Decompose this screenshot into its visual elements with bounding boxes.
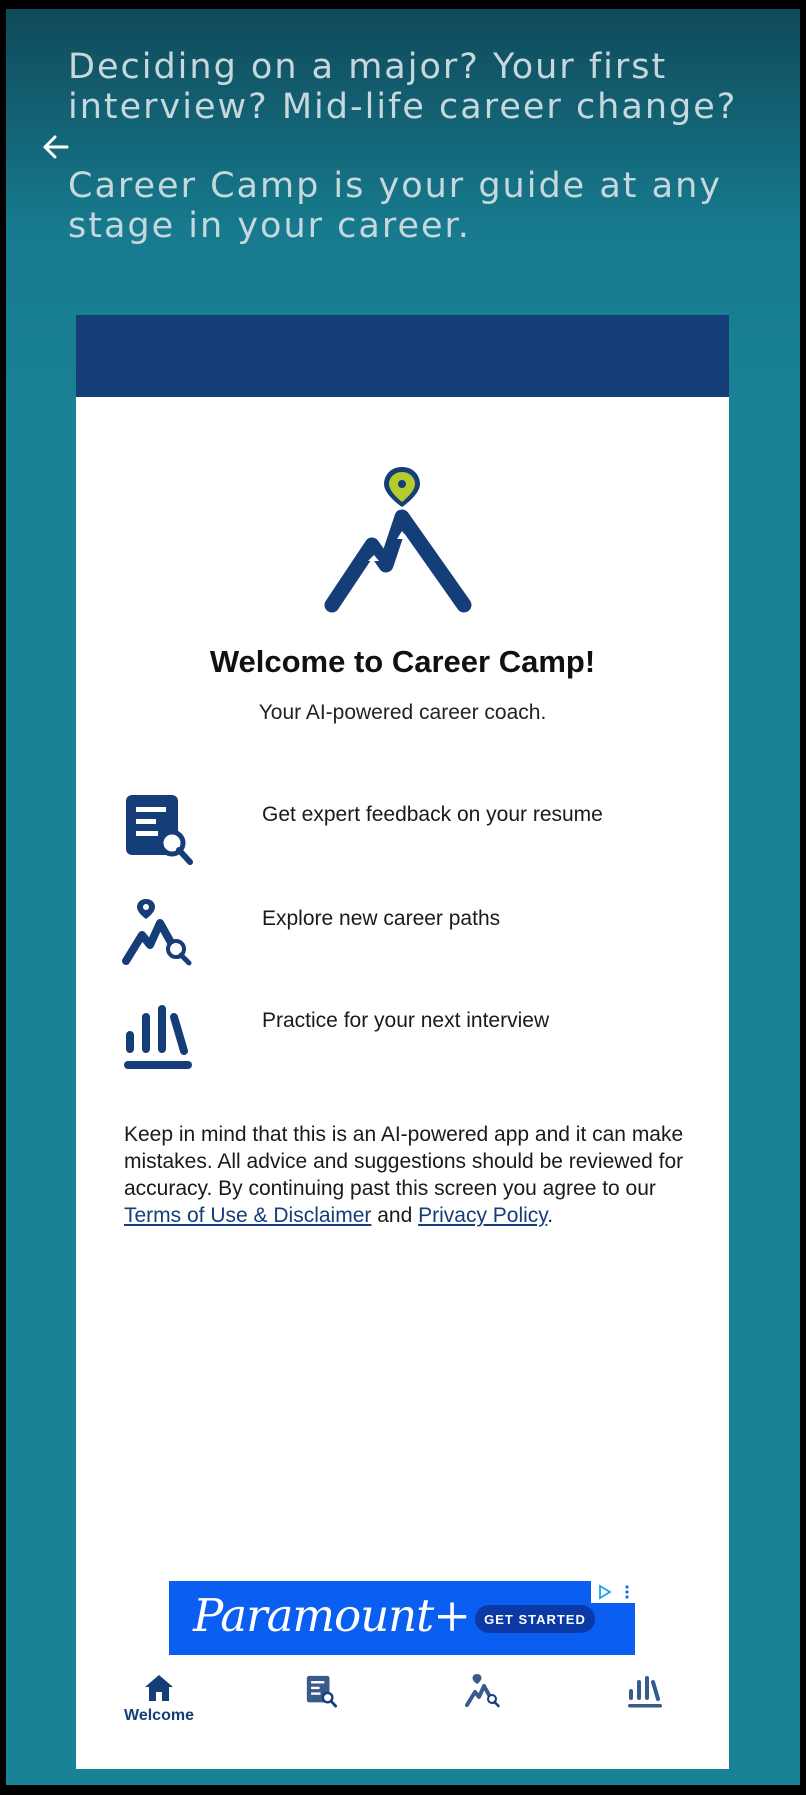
career-paths-icon bbox=[122, 899, 192, 966]
terms-link[interactable]: Terms of Use & Disclaimer bbox=[124, 1204, 371, 1227]
nav-career-paths[interactable] bbox=[428, 1673, 538, 1745]
interview-icon bbox=[628, 1676, 662, 1708]
welcome-subtitle: Your AI-powered career coach. bbox=[258, 701, 547, 724]
feature-career-paths: Explore new career paths bbox=[122, 897, 682, 977]
app-header-bar bbox=[76, 315, 729, 397]
nav-resume[interactable] bbox=[266, 1673, 376, 1745]
disclaimer-text: Keep in mind that this is an AI-powered … bbox=[124, 1121, 694, 1229]
feature-career-paths-label: Explore new career paths bbox=[262, 907, 501, 930]
nav-welcome[interactable]: Welcome bbox=[104, 1673, 214, 1745]
bottom-navigation: Welcome bbox=[76, 1661, 729, 1769]
promo-text-1: Deciding on a major? Your first intervie… bbox=[68, 47, 738, 127]
home-icon bbox=[145, 1675, 173, 1701]
career-camp-logo bbox=[324, 467, 472, 613]
feature-interview: Practice for your next interview bbox=[122, 999, 682, 1079]
resume-icon bbox=[126, 795, 193, 865]
promo-text-2: Career Camp is your guide at any stage i… bbox=[68, 166, 722, 246]
feature-resume: Get expert feedback on your resume bbox=[122, 793, 682, 873]
play-triangle-icon bbox=[598, 1584, 612, 1600]
disclaimer-body: Keep in mind that this is an AI-powered … bbox=[124, 1123, 684, 1200]
feature-interview-label: Practice for your next interview bbox=[262, 1009, 550, 1032]
privacy-policy-link[interactable]: Privacy Policy bbox=[418, 1204, 547, 1227]
nav-interview[interactable] bbox=[590, 1673, 700, 1745]
career-paths-icon bbox=[465, 1674, 500, 1708]
ad-brand: Paramount+ bbox=[193, 1589, 471, 1642]
resume-icon bbox=[306, 1675, 338, 1708]
disclaimer-and: and bbox=[371, 1204, 419, 1227]
interview-icon bbox=[124, 1005, 192, 1069]
ad-cta-button[interactable]: GET STARTED bbox=[475, 1605, 595, 1633]
arrow-left-icon bbox=[43, 135, 69, 159]
ad-banner[interactable]: Paramount+ GET STARTED bbox=[169, 1581, 635, 1655]
back-button[interactable] bbox=[36, 127, 76, 167]
nav-welcome-label: Welcome bbox=[124, 1707, 194, 1724]
adchoices-icon[interactable] bbox=[591, 1581, 635, 1603]
app-screenshot: Welcome to Career Camp! Your AI-powered … bbox=[76, 315, 729, 1769]
disclaimer-end: . bbox=[547, 1204, 554, 1227]
feature-resume-label: Get expert feedback on your resume bbox=[262, 803, 603, 826]
more-vert-icon bbox=[624, 1585, 629, 1599]
welcome-title: Welcome to Career Camp! bbox=[209, 644, 596, 679]
